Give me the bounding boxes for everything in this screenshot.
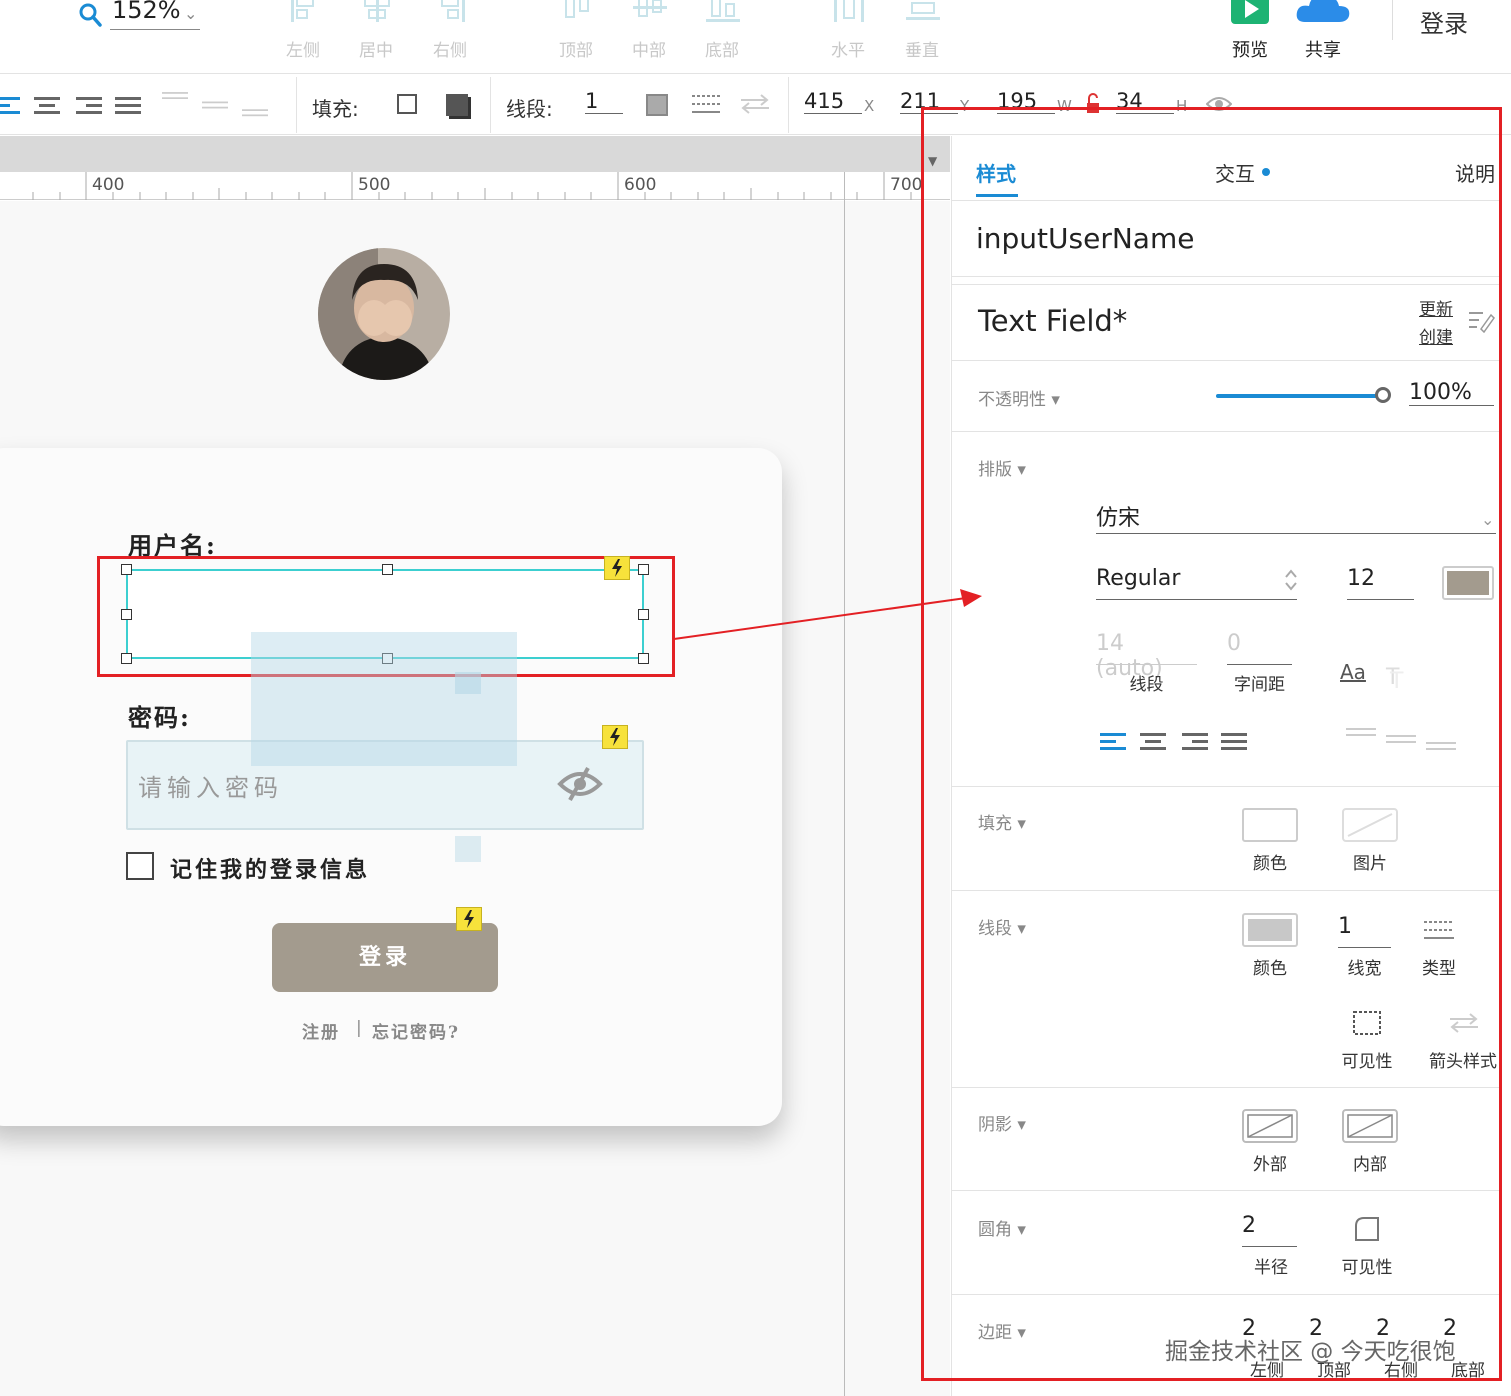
ruler-label: 700 <box>890 175 923 195</box>
resize-handle-br[interactable] <box>638 653 649 664</box>
align-top-icon <box>565 0 589 18</box>
distribute-horizontal-icon <box>834 0 864 22</box>
horizontal-ruler: 400 500 600 700 <box>0 172 950 200</box>
stroke-color-swatch[interactable] <box>646 94 668 116</box>
avatar[interactable] <box>318 248 450 380</box>
password-placeholder: 请输入密码 <box>138 774 283 802</box>
align-center-label: 居中 <box>359 41 393 61</box>
annotation-frame <box>921 107 1502 1381</box>
guide-line <box>844 172 845 1396</box>
x-unit: X <box>864 97 875 115</box>
share-label: 共享 <box>1305 40 1341 61</box>
link-divider: | <box>356 1018 364 1038</box>
preview-label: 预览 <box>1232 40 1268 61</box>
remember-checkbox[interactable] <box>126 852 154 880</box>
align-center-icon <box>364 0 390 22</box>
text-align-right-icon[interactable] <box>76 95 102 115</box>
align-right-button[interactable]: 右侧 <box>420 0 480 62</box>
distribute-vertical-icon <box>906 2 940 20</box>
align-left-button[interactable]: 左侧 <box>273 0 333 62</box>
resize-handle-r[interactable] <box>638 609 649 620</box>
align-left-label: 左侧 <box>286 41 320 61</box>
stroke-style-icon[interactable] <box>692 93 720 115</box>
watermark: 掘金技术社区 @ 今天吃很饱 <box>1165 1339 1456 1365</box>
arrow-style-icon[interactable] <box>741 93 769 115</box>
chevron-down-icon[interactable]: ⌄ <box>184 4 197 23</box>
resize-handle-bl[interactable] <box>121 653 132 664</box>
toolbar-divider <box>1392 0 1393 40</box>
login-button[interactable]: 登录 <box>272 923 498 992</box>
register-link[interactable]: 注册 <box>302 1018 340 1043</box>
align-bottom-button[interactable]: 底部 <box>692 0 752 62</box>
format-divider <box>788 77 789 133</box>
distribute-vertical-label: 垂直 <box>905 41 939 61</box>
lightning-glyph <box>612 559 622 577</box>
lightning-icon[interactable] <box>456 907 482 931</box>
align-middle-icon <box>633 0 667 17</box>
ruler-label: 500 <box>358 175 391 195</box>
canvas-gutter: ▼ <box>0 136 950 172</box>
text-align-justify-icon[interactable] <box>115 95 141 115</box>
distribute-vertical-button[interactable]: 垂直 <box>892 0 952 62</box>
password-label: 密码: <box>128 703 191 732</box>
format-divider <box>296 77 297 133</box>
zoom-underline <box>110 29 200 30</box>
valign-middle-icon[interactable] <box>202 95 228 115</box>
align-bottom-label: 底部 <box>705 41 739 61</box>
distribute-horizontal-label: 水平 <box>831 41 865 61</box>
top-toolbar: 152% ⌄ 左侧 居中 右侧 顶部 中部 底部 水平 垂直 预览 共享 登录 <box>0 0 1511 74</box>
resize-handle-tr[interactable] <box>638 564 649 575</box>
ruler-label: 600 <box>624 175 657 195</box>
align-center-button[interactable]: 居中 <box>346 0 406 62</box>
text-align-center-icon[interactable] <box>34 95 60 115</box>
valign-top-icon[interactable] <box>162 89 188 109</box>
distribute-horizontal-button[interactable]: 水平 <box>818 0 878 62</box>
resize-handle-t[interactable] <box>382 564 393 575</box>
search-icon[interactable] <box>78 2 102 28</box>
align-top-label: 顶部 <box>559 41 593 61</box>
play-icon <box>1231 0 1269 24</box>
stroke-width-input[interactable]: 1 <box>585 89 623 114</box>
hover-overlay <box>251 632 517 766</box>
preview-button[interactable]: 预览 <box>1220 0 1280 62</box>
align-middle-button[interactable]: 中部 <box>619 0 679 62</box>
stroke-label: 线段: <box>506 97 553 121</box>
align-right-icon <box>441 0 465 22</box>
avatar-photo <box>318 248 450 380</box>
fill-none-swatch[interactable] <box>397 94 417 114</box>
ruler-ticks <box>32 172 912 200</box>
text-align-left-icon[interactable] <box>0 95 20 115</box>
align-middle-label: 中部 <box>632 41 666 61</box>
format-divider <box>490 77 491 133</box>
share-button[interactable]: 共享 <box>1293 0 1353 62</box>
align-top-button[interactable]: 顶部 <box>546 0 606 62</box>
lightning-icon[interactable] <box>604 556 630 580</box>
lightning-glyph <box>464 910 474 928</box>
overlay-fragment <box>455 672 481 694</box>
align-bottom-icon <box>706 0 740 22</box>
login-link[interactable]: 登录 <box>1420 4 1468 39</box>
remember-label: 记住我的登录信息 <box>170 857 371 883</box>
align-right-label: 右侧 <box>433 41 467 61</box>
overlay-fragment <box>455 836 481 862</box>
resize-handle-l[interactable] <box>121 609 132 620</box>
ruler-label: 400 <box>92 175 125 195</box>
annotation-arrow <box>673 589 982 640</box>
align-left-icon <box>291 0 314 22</box>
zoom-level[interactable]: 152% <box>112 0 181 24</box>
eye-off-icon[interactable] <box>556 766 604 802</box>
forgot-password-link[interactable]: 忘记密码? <box>372 1018 460 1043</box>
fill-shadow-swatch[interactable] <box>446 94 468 116</box>
resize-handle-tl[interactable] <box>121 564 132 575</box>
valign-bottom-icon[interactable] <box>242 101 268 121</box>
cloud-icon <box>1296 0 1350 22</box>
x-input[interactable]: 415 <box>804 89 862 114</box>
lightning-icon[interactable] <box>602 725 628 749</box>
fill-label: 填充: <box>312 97 359 121</box>
lightning-glyph <box>610 728 620 746</box>
